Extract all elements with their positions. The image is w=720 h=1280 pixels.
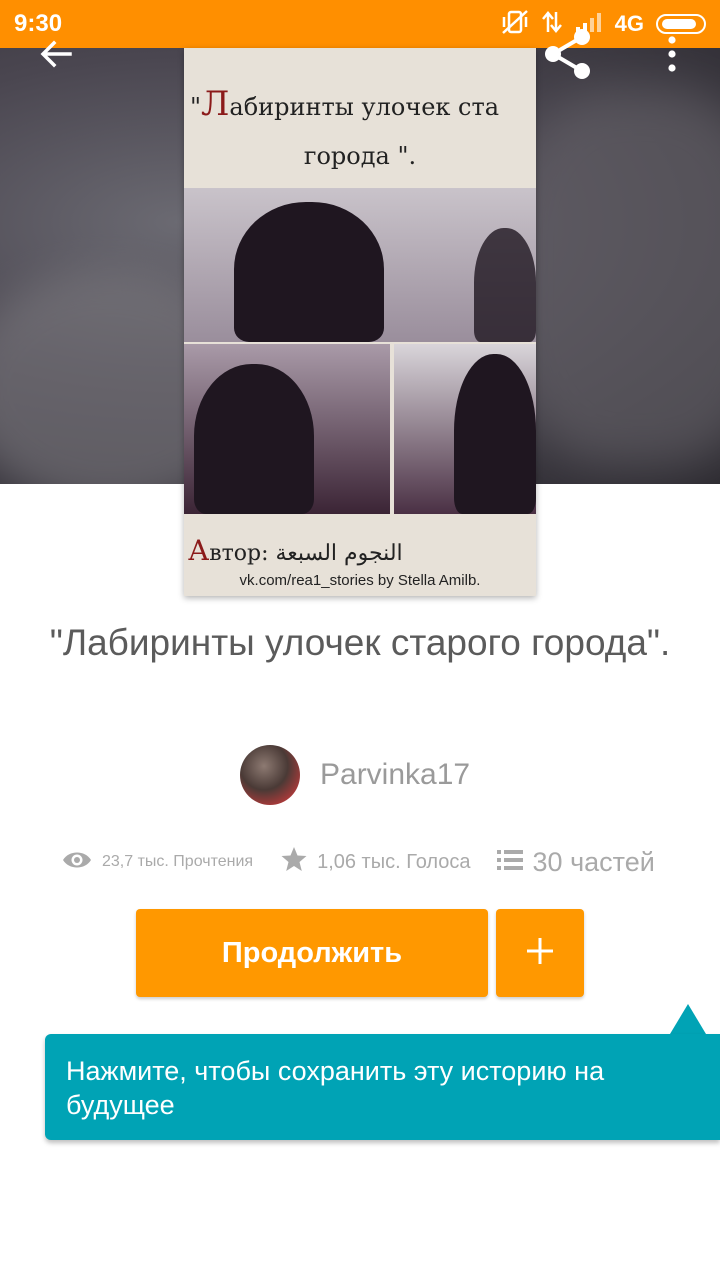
network-type: 4G: [614, 11, 644, 36]
cover-photo-left: [184, 344, 390, 514]
cover-url: vk.com/rea1_stories by Stella Amilb.: [239, 572, 481, 589]
cover-title-initial: Л: [201, 84, 230, 124]
back-button[interactable]: [28, 28, 84, 84]
tooltip-text: Нажмите, чтобы сохранить эту историю на …: [66, 1056, 605, 1120]
reads-stat: 23,7 тыс. Прочтения: [62, 850, 253, 875]
cover-author-rest: втор: النجوم السبعة: [209, 541, 403, 566]
star-icon: [281, 846, 307, 878]
cover-photo-right: [394, 344, 536, 514]
tooltip-arrow: [670, 1004, 706, 1034]
more-options-button[interactable]: [644, 28, 700, 84]
cover-author-initial: А: [188, 534, 210, 567]
story-title: "Лабиринты улочек старого города".: [49, 622, 671, 663]
add-to-library-button[interactable]: [496, 909, 584, 997]
cover-author-line: Автор: النجوم السبعة: [188, 534, 403, 567]
votes-count: 1,06 тыс. Голоса: [317, 850, 471, 873]
more-vert-icon: [666, 35, 678, 77]
list-icon: [496, 847, 523, 878]
story-cover[interactable]: "Лабиринты улочек ста города ". Автор: ا…: [184, 48, 536, 596]
arrow-back-icon: [38, 36, 74, 77]
author-avatar[interactable]: [240, 745, 300, 805]
reads-count: 23,7 тыс. Прочтения: [102, 853, 254, 870]
parts-count[interactable]: 30 частей: [533, 847, 655, 878]
cover-title-line2: города ".: [303, 142, 417, 170]
story-stats: 23,7 тыс. Прочтения 1,06 тыс. Голоса 30 …: [62, 842, 682, 882]
author-name[interactable]: Parvinka17: [320, 758, 470, 792]
share-icon: [542, 28, 594, 85]
cover-photo-top: [184, 188, 536, 342]
votes-stat: 1,06 тыс. Голоса: [281, 846, 471, 878]
author-row[interactable]: Parvinka17: [240, 744, 470, 806]
plus-icon: [526, 937, 554, 970]
cover-title-line1: "Лабиринты улочек ста: [190, 84, 530, 124]
vibrate-off-icon: [501, 9, 529, 40]
parts-stat[interactable]: 30 частей: [496, 847, 655, 878]
continue-reading-button[interactable]: Продолжить: [136, 909, 488, 997]
eye-icon: [62, 850, 92, 875]
share-button[interactable]: [540, 28, 596, 84]
status-bar: 9:30 4G: [0, 0, 720, 48]
continue-label: Продолжить: [221, 936, 403, 969]
cover-quote: ": [190, 93, 202, 121]
cover-title-rest: абиринты улочек ста: [229, 93, 500, 121]
save-story-tooltip[interactable]: Нажмите, чтобы сохранить эту историю на …: [45, 1034, 720, 1140]
